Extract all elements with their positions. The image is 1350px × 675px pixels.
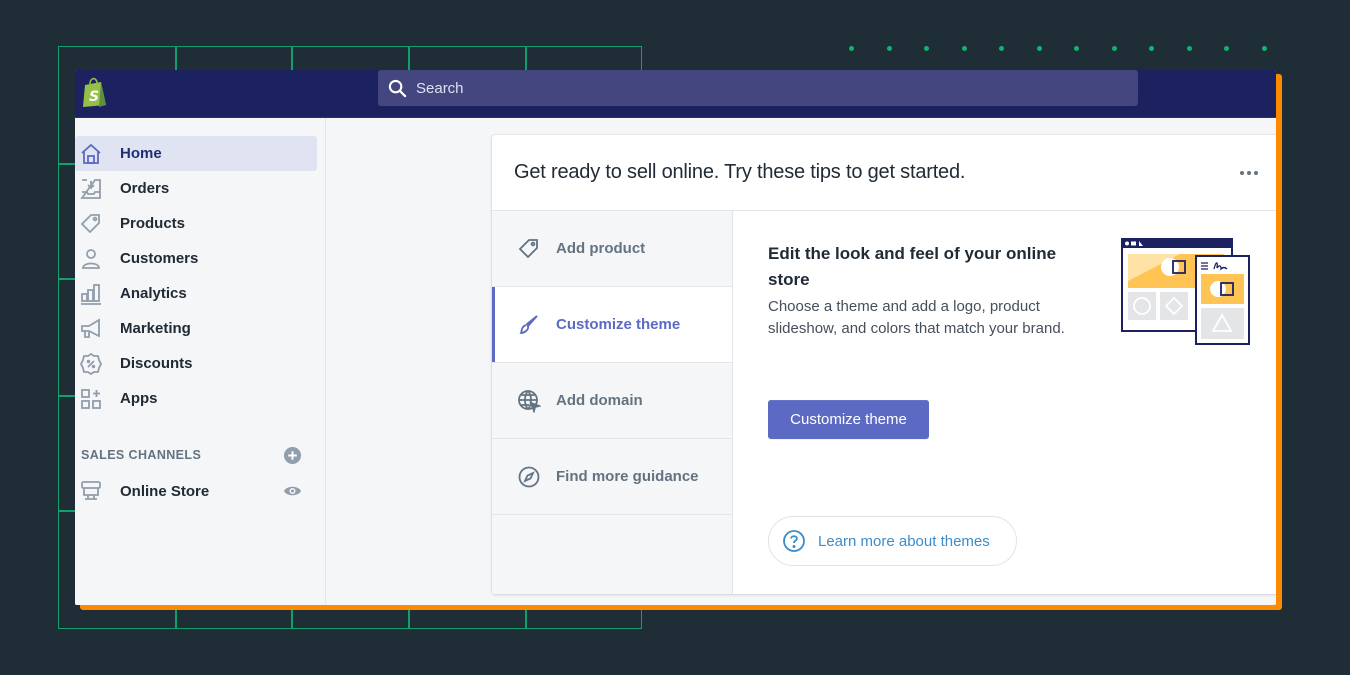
card-header: Get ready to sell online. Try these tips… [492, 135, 1276, 211]
sidebar-item-products[interactable]: Products [75, 206, 317, 241]
tip-detail: Edit the look and feel of your online st… [768, 241, 1088, 340]
shopify-logo-icon[interactable]: S [81, 76, 109, 108]
sidebar-item-label: Analytics [120, 285, 187, 302]
learn-more-label: Learn more about themes [818, 532, 990, 550]
sidebar-item-marketing[interactable]: Marketing [75, 311, 317, 346]
add-sales-channel-icon[interactable] [283, 446, 302, 465]
tip-add-domain[interactable]: Add domain [492, 363, 732, 439]
sidebar-item-discounts[interactable]: Discounts [75, 346, 317, 381]
orders-icon [78, 176, 104, 202]
sidebar-item-label: Home [120, 145, 162, 162]
sidebar-item-home[interactable]: Home [75, 136, 317, 171]
sidebar-item-label: Online Store [120, 482, 210, 500]
paintbrush-icon [519, 314, 538, 334]
sidebar-item-orders[interactable]: Orders [75, 171, 317, 206]
eye-icon[interactable] [283, 484, 302, 498]
sales-channels-heading: SALES CHANNELS [81, 448, 202, 462]
getting-started-card: Get ready to sell online. Try these tips… [492, 135, 1276, 594]
tip-customize-theme[interactable]: Customize theme [492, 287, 732, 363]
sidebar-item-label: Customers [120, 250, 199, 267]
sidebar-item-apps[interactable]: Apps [75, 381, 317, 416]
sidebar-item-customers[interactable]: Customers [75, 241, 317, 276]
tip-add-product[interactable]: Add product [492, 211, 732, 287]
search-bar[interactable] [378, 70, 1138, 106]
compass-icon [518, 466, 540, 487]
top-bar: S [75, 70, 1276, 118]
card-title: Get ready to sell online. Try these tips… [514, 161, 966, 183]
sidebar-item-label: Discounts [120, 355, 193, 372]
globe-icon [518, 389, 541, 413]
help-circle-icon [783, 530, 805, 552]
tip-label: Add domain [556, 392, 643, 409]
customize-theme-button[interactable]: Customize theme [768, 400, 929, 439]
tag-icon [78, 211, 104, 237]
sidebar: Home Orders Products Customers Analytics [75, 118, 326, 605]
store-icon [78, 478, 104, 504]
learn-more-themes-link[interactable]: Learn more about themes [768, 516, 1017, 566]
search-icon [388, 79, 407, 97]
sidebar-item-analytics[interactable]: Analytics [75, 276, 317, 311]
sidebar-item-label: Orders [120, 180, 170, 197]
theme-illustration-icon [1121, 238, 1250, 345]
tip-find-more-guidance[interactable]: Find more guidance [492, 439, 732, 515]
more-options-button[interactable] [1240, 171, 1258, 175]
discount-icon [78, 351, 104, 377]
sidebar-item-label: Marketing [120, 320, 191, 337]
tips-list: Add product Customize theme Add domain F… [492, 211, 733, 594]
home-icon [78, 141, 104, 167]
search-input[interactable] [416, 79, 1016, 97]
sidebar-item-label: Apps [120, 390, 158, 407]
more-dot-icon [1240, 171, 1244, 175]
detail-body: Choose a theme and add a logo, product s… [768, 298, 1065, 337]
apps-icon [78, 386, 104, 412]
tip-label: Add product [556, 240, 646, 257]
tag-icon [518, 238, 538, 258]
shopify-admin-window: S Home Orders Products [75, 70, 1276, 605]
tip-label: Customize theme [556, 316, 681, 333]
detail-heading: Edit the look and feel of your online st… [768, 244, 1057, 289]
bar-chart-icon [78, 281, 104, 307]
person-icon [78, 246, 104, 272]
svg-text:S: S [89, 89, 99, 105]
sidebar-item-label: Products [120, 215, 186, 232]
sidebar-item-online-store[interactable]: Online Store [75, 474, 317, 508]
tip-label: Find more guidance [556, 468, 699, 485]
megaphone-icon [78, 316, 104, 342]
decorative-dots [849, 46, 1267, 51]
